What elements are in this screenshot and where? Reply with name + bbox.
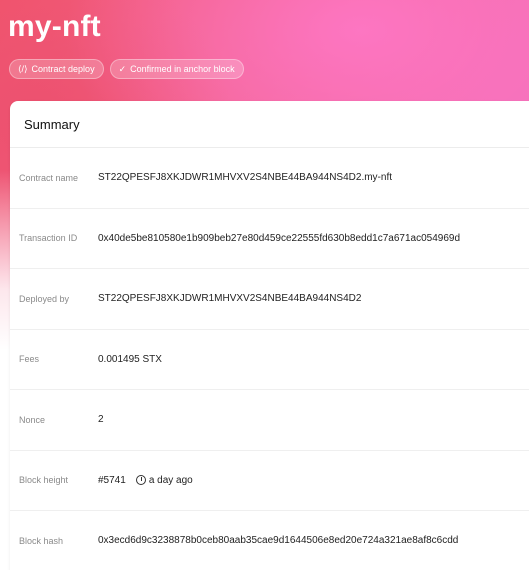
check-icon: ✓ (118, 63, 127, 74)
row-deployed-by: Deployed by ST22QPESFJ8XKJDWR1MHVXV2S4NB… (10, 269, 529, 330)
row-label: Block height (19, 475, 69, 486)
deployed-by-link[interactable]: ST22QPESFJ8XKJDWR1MHVXV2S4NBE44BA944NS4D… (98, 293, 361, 304)
summary-heading: Summary (10, 101, 529, 148)
row-fees: Fees 0.001495 STX (10, 330, 529, 390)
row-label: Fees (19, 354, 40, 365)
status-badges: ⟨/⟩ Contract deploy ✓ Confirmed in ancho… (9, 59, 244, 79)
clock-icon (135, 475, 146, 486)
confirmed-badge: ✓ Confirmed in anchor block (109, 59, 244, 79)
badge-label: Confirmed in anchor block (130, 64, 235, 74)
row-label: Block hash (19, 535, 64, 546)
code-icon: ⟨/⟩ (18, 63, 28, 74)
row-transaction-id: Transaction ID 0x40de5be810580e1b909beb2… (10, 209, 529, 269)
row-nonce: Nonce 2 (10, 390, 529, 451)
row-contract-name: Contract name ST22QPESFJ8XKJDWR1MHVXV2S4… (10, 148, 529, 209)
page-title: my-nft (8, 10, 101, 43)
block-height-link[interactable]: #5741 (98, 475, 126, 486)
row-block-height: Block height #5741 a day ago (10, 451, 529, 511)
fees-value: 0.001495 STX (98, 353, 162, 365)
row-label: Deployed by (19, 293, 70, 304)
contract-name-value[interactable]: ST22QPESFJ8XKJDWR1MHVXV2S4NBE44BA944NS4D… (98, 172, 392, 183)
row-label: Nonce (19, 414, 46, 425)
block-height-value: #5741 a day ago (98, 475, 193, 486)
row-block-hash: Block hash 0x3ecd6d9c3238878b0ceb80aab35… (10, 511, 529, 570)
contract-deploy-badge: ⟨/⟩ Contract deploy (9, 59, 104, 79)
summary-card: Summary Contract name ST22QPESFJ8XKJDWR1… (10, 101, 529, 570)
row-label: Contract name (19, 172, 79, 183)
badge-label: Contract deploy (31, 64, 95, 74)
block-hash-link[interactable]: 0x3ecd6d9c3238878b0ceb80aab35cae9d164450… (98, 535, 458, 546)
nonce-value: 2 (98, 414, 104, 426)
transaction-id-value[interactable]: 0x40de5be810580e1b909beb27e80d459ce22555… (98, 233, 460, 244)
block-time-text: a day ago (148, 474, 193, 486)
block-time: a day ago (135, 474, 193, 486)
row-label: Transaction ID (19, 233, 78, 244)
